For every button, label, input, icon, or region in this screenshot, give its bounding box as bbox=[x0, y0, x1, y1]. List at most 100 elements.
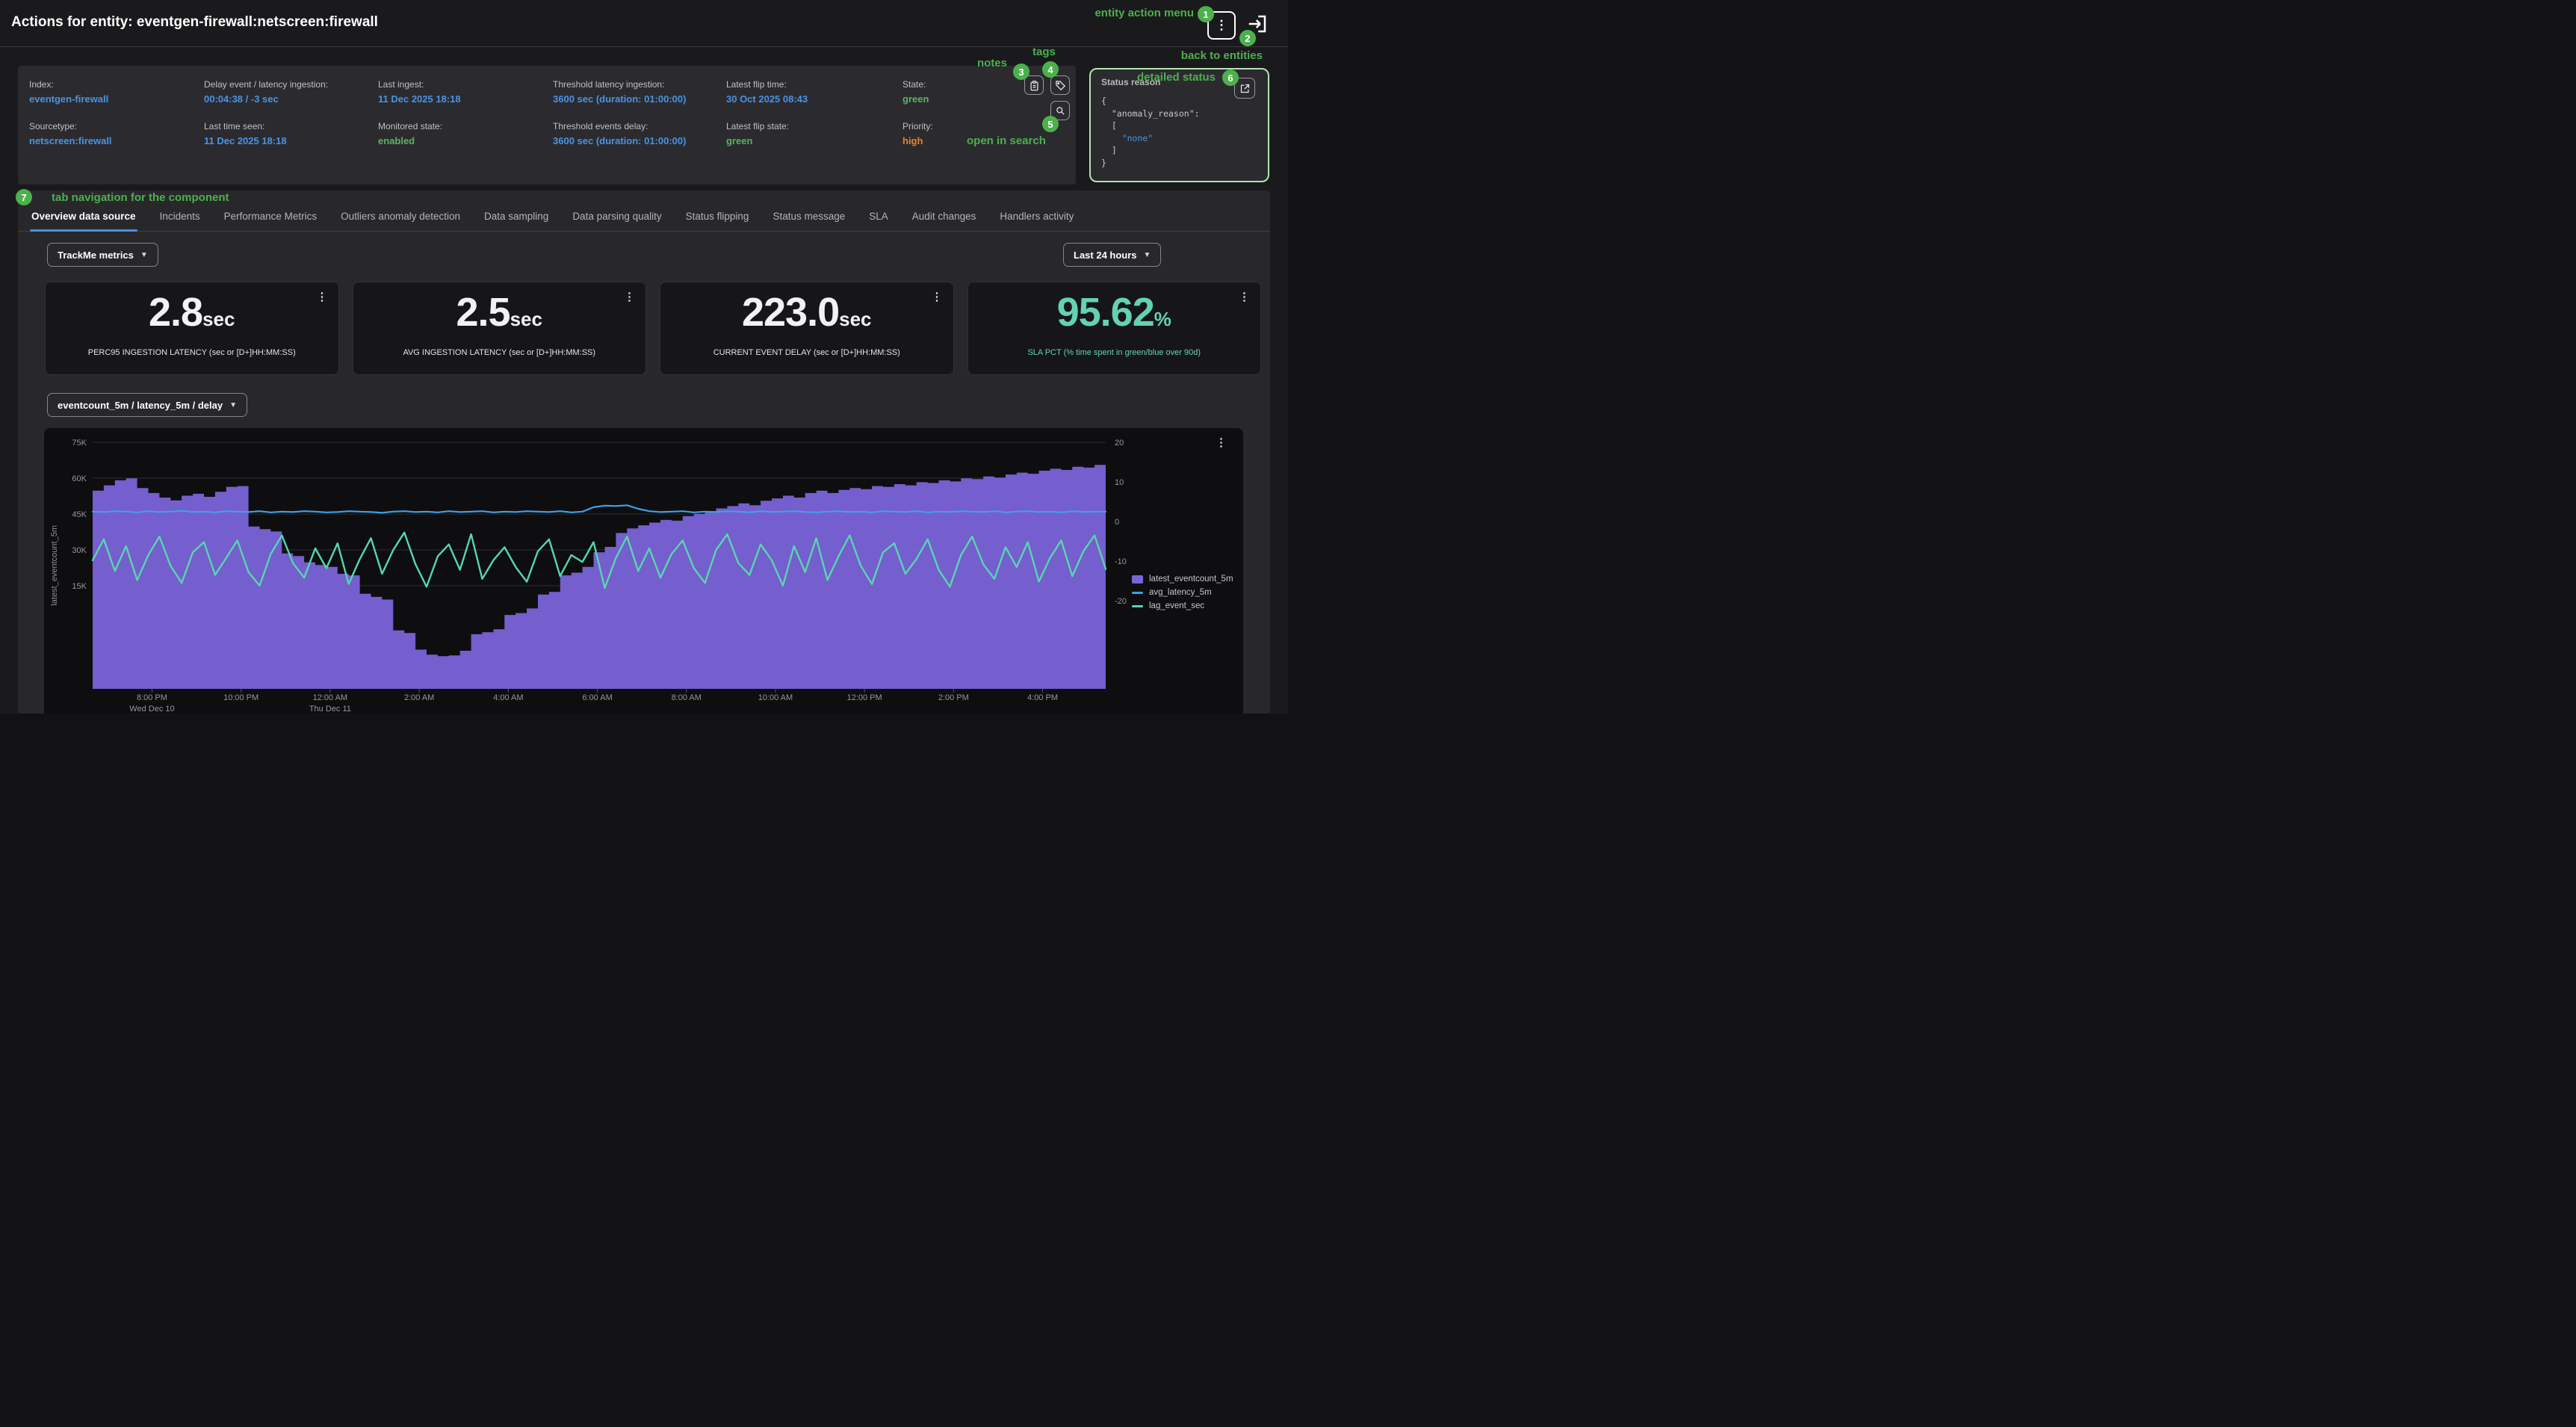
tab-outliers-anomaly-detection[interactable]: Outliers anomaly detection bbox=[339, 209, 462, 231]
tags-button[interactable] bbox=[1050, 75, 1070, 95]
info-column: Threshold latency ingestion: 3600 sec (du… bbox=[553, 79, 686, 163]
annotation-badge-4: 4 bbox=[1042, 61, 1059, 78]
kpi-kebab-menu-icon[interactable]: ⋮ bbox=[932, 291, 943, 303]
trackme-entity-actions-page: Actions for entity: eventgen-firewall:ne… bbox=[0, 0, 1288, 714]
svg-text:20: 20 bbox=[1115, 439, 1124, 448]
kpi-kebab-menu-icon[interactable]: ⋮ bbox=[317, 291, 328, 303]
entity-info-panel: Index:eventgen-firewallSourcetype:netscr… bbox=[18, 66, 1076, 185]
svg-text:6:00 AM: 6:00 AM bbox=[582, 693, 612, 702]
info-field-value: enabled bbox=[378, 135, 461, 146]
timechart-card: ⋮ latest_eventcount_5m 75K60K45K30K15K20… bbox=[44, 428, 1243, 714]
tab-audit-changes[interactable]: Audit changes bbox=[911, 209, 978, 231]
entity-tabs-panel: Overview data source Incidents Performance… bbox=[18, 191, 1270, 714]
info-column: Index:eventgen-firewallSourcetype:netscr… bbox=[29, 79, 112, 163]
time-range-dropdown[interactable]: Last 24 hours ▼ bbox=[1063, 243, 1161, 267]
status-reason-panel: Status reason { "anomaly_reason": [ "non… bbox=[1089, 68, 1269, 182]
code-line: "anomaly_reason": bbox=[1101, 108, 1200, 119]
info-field-value: 3600 sec (duration: 01:00:00) bbox=[553, 93, 686, 105]
kpi-unit: sec bbox=[510, 308, 542, 330]
svg-text:0: 0 bbox=[1115, 518, 1119, 527]
info-field: Latest flip state:green bbox=[726, 121, 808, 148]
chevron-down-icon: ▼ bbox=[229, 401, 237, 409]
external-link-icon bbox=[1239, 83, 1251, 94]
metrics-dropdown[interactable]: TrackMe metrics ▼ bbox=[47, 243, 158, 267]
svg-text:4:00 AM: 4:00 AM bbox=[493, 693, 523, 702]
info-field: Last time seen:11 Dec 2025 18:18 bbox=[204, 121, 328, 148]
kpi-value: 2.8sec bbox=[46, 290, 338, 345]
kpi-unit: % bbox=[1154, 308, 1171, 330]
svg-text:-10: -10 bbox=[1115, 557, 1127, 566]
kpi-kebab-menu-icon[interactable]: ⋮ bbox=[1239, 291, 1250, 303]
kpi-caption: SLA PCT (% time spent in green/blue over… bbox=[968, 348, 1261, 357]
legend-item-lag_event_sec[interactable]: lag_event_sec bbox=[1132, 601, 1233, 610]
latest_eventcount_5m-swatch bbox=[1132, 575, 1143, 584]
svg-text:8:00 PM: 8:00 PM bbox=[137, 693, 167, 702]
code-line: ] bbox=[1101, 145, 1117, 155]
tab-incidents[interactable]: Incidents bbox=[158, 209, 202, 231]
info-field-label: Monitored state: bbox=[378, 121, 461, 131]
info-field: Latest flip time: 30 Oct 2025 08:43 bbox=[726, 79, 808, 106]
info-field-value: eventgen-firewall bbox=[29, 93, 112, 105]
svg-text:60K: 60K bbox=[72, 474, 87, 483]
info-field-label: Threshold latency ingestion: bbox=[553, 79, 686, 90]
svg-text:2:00 AM: 2:00 AM bbox=[404, 693, 434, 702]
info-field-value: 11 Dec 2025 18:18 bbox=[204, 135, 328, 146]
svg-text:75K: 75K bbox=[72, 439, 87, 448]
info-columns: Index:eventgen-firewallSourcetype:netscr… bbox=[18, 66, 1076, 185]
info-field: Delay event / latency ingestion:00:04:38… bbox=[204, 79, 328, 106]
svg-text:12:00 PM: 12:00 PM bbox=[847, 693, 882, 702]
status-reason-code: { "anomaly_reason": [ "none" ] } bbox=[1101, 95, 1200, 169]
svg-text:4:00 PM: 4:00 PM bbox=[1027, 693, 1058, 702]
tab-data-parsing-quality[interactable]: Data parsing quality bbox=[571, 209, 663, 231]
info-field-value: 30 Oct 2025 08:43 bbox=[726, 93, 808, 105]
svg-text:10:00 AM: 10:00 AM bbox=[758, 693, 793, 702]
clipboard-icon bbox=[1029, 80, 1040, 91]
info-field: Last ingest:11 Dec 2025 18:18 bbox=[378, 79, 461, 106]
kpi-value: 2.5sec bbox=[353, 290, 646, 345]
kpi-kebab-menu-icon[interactable]: ⋮ bbox=[624, 291, 635, 303]
svg-text:30K: 30K bbox=[72, 546, 87, 555]
svg-text:12:00 AM: 12:00 AM bbox=[313, 693, 347, 702]
annotation-notes: notes bbox=[895, 57, 1007, 69]
info-field: Threshold latency ingestion: 3600 sec (du… bbox=[553, 79, 686, 106]
chart-series-dropdown[interactable]: eventcount_5m / latency_5m / delay ▼ bbox=[47, 393, 247, 417]
page-title: Actions for entity: eventgen-firewall:ne… bbox=[11, 14, 378, 31]
annotation-badge-2: 2 bbox=[1239, 30, 1256, 46]
kpi-value: 95.62% bbox=[968, 290, 1261, 345]
kpi-number: 2.5 bbox=[456, 290, 510, 335]
info-field-label: Delay event / latency ingestion: bbox=[204, 79, 328, 90]
tab-data-sampling[interactable]: Data sampling bbox=[483, 209, 550, 231]
notes-button[interactable] bbox=[1024, 75, 1044, 95]
tab-sla[interactable]: SLA bbox=[867, 209, 890, 231]
info-field: Threshold events delay:3600 sec (duratio… bbox=[553, 121, 686, 148]
chevron-down-icon: ▼ bbox=[140, 251, 148, 259]
annotation-tab-navigation: tab navigation for the component bbox=[52, 191, 229, 204]
info-field-label: Threshold events delay: bbox=[553, 121, 686, 131]
code-line: { bbox=[1101, 96, 1106, 106]
legend-item-latest_eventcount_5m[interactable]: latest_eventcount_5m bbox=[1132, 575, 1233, 584]
tab-status-message[interactable]: Status message bbox=[771, 209, 846, 231]
info-field-label: Sourcetype: bbox=[29, 121, 112, 131]
info-column: Latest flip time:30 Oct 2025 08:43Latest… bbox=[726, 79, 808, 163]
kpi-card: ⋮95.62% SLA PCT (% time spent in green/bl… bbox=[967, 282, 1262, 375]
kpi-caption: CURRENT EVENT DELAY (sec or [D+]HH:MM:SS… bbox=[660, 348, 953, 357]
tab-bar: Overview data source Incidents Performance… bbox=[18, 209, 1270, 232]
info-field: State:green bbox=[902, 79, 933, 106]
svg-text:Thu Dec 11: Thu Dec 11 bbox=[309, 705, 351, 714]
tab-performance-metrics[interactable]: Performance Metrics bbox=[223, 209, 319, 231]
info-column: State:greenPriority:high bbox=[902, 79, 933, 163]
kpi-card: ⋮223.0sec CURRENT EVENT DELAY (sec or [D+… bbox=[660, 282, 954, 375]
chart-series-dropdown-label: eventcount_5m / latency_5m / delay bbox=[58, 400, 223, 411]
legend-item-avg_latency_5m[interactable]: avg_latency_5m bbox=[1132, 588, 1233, 597]
svg-text:8:00 AM: 8:00 AM bbox=[672, 693, 702, 702]
kpi-value: 223.0sec bbox=[660, 290, 953, 345]
tab-overview-data-source[interactable]: Overview data source bbox=[30, 209, 137, 231]
info-field-label: Latest flip time: bbox=[726, 79, 808, 90]
kpi-card: ⋮2.8secPERC95 INGESTION LATENCY (sec or … bbox=[45, 282, 339, 375]
info-field-value: netscreen:firewall bbox=[29, 135, 112, 146]
kpi-card: ⋮2.5secAVG INGESTION LATENCY (sec or [D+… bbox=[353, 282, 647, 375]
tab-status-flipping[interactable]: Status flipping bbox=[684, 209, 751, 231]
annotation-badge-5: 5 bbox=[1042, 116, 1059, 132]
tab-handlers-activity[interactable]: Handlers activity bbox=[998, 209, 1075, 231]
kpi-unit: sec bbox=[202, 308, 235, 330]
